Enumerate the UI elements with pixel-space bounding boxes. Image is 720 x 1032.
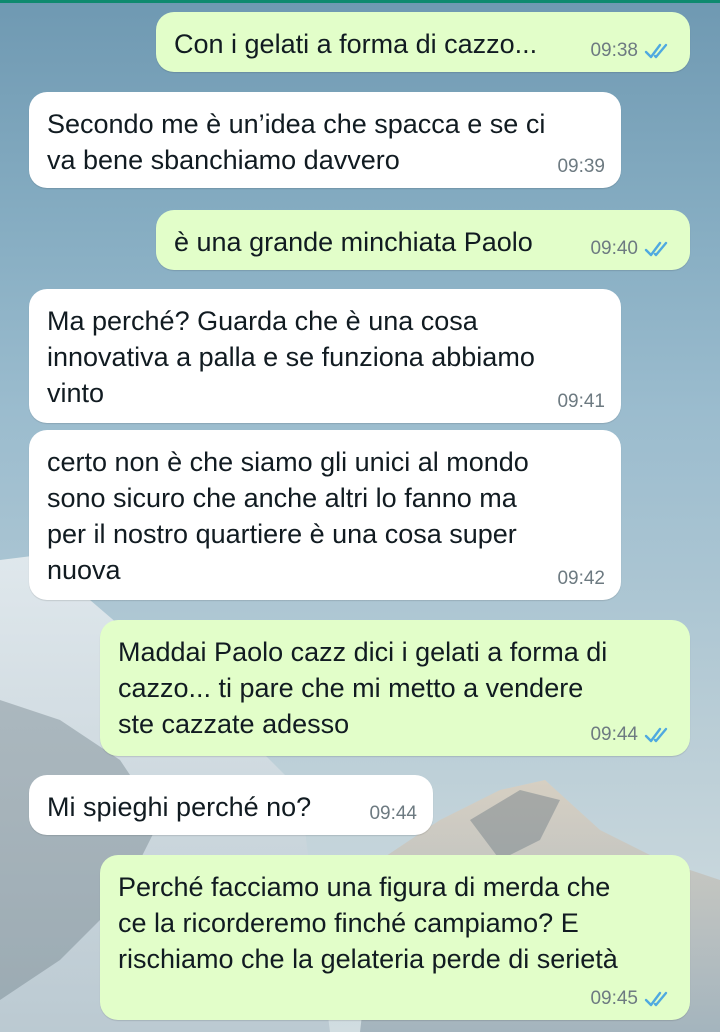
message-text: Secondo me è un’idea che spacca e se ci … bbox=[47, 109, 546, 175]
message-time: 09:42 bbox=[557, 568, 605, 589]
message-time: 09:45 bbox=[590, 988, 638, 1009]
message-text: Mi spieghi perché no? bbox=[47, 792, 312, 822]
message-time: 09:44 bbox=[590, 724, 638, 745]
message-time: 09:41 bbox=[557, 391, 605, 412]
double-check-read-icon bbox=[644, 241, 668, 257]
message-text: Maddai Paolo cazz dici i gelati a forma … bbox=[118, 637, 608, 739]
message-bubble-outgoing[interactable]: Con i gelati a forma di cazzo... 09:38 bbox=[156, 12, 690, 72]
message-time: 09:44 bbox=[369, 803, 417, 824]
message-bubble-incoming[interactable]: Mi spieghi perché no? 09:44 bbox=[29, 775, 433, 835]
message-time: 09:40 bbox=[590, 238, 638, 259]
message-bubble-incoming[interactable]: Secondo me è un’idea che spacca e se ci … bbox=[29, 92, 621, 188]
message-text: certo non è che siamo gli unici al mondo… bbox=[47, 447, 529, 585]
message-time: 09:39 bbox=[557, 156, 605, 177]
message-bubble-incoming[interactable]: certo non è che siamo gli unici al mondo… bbox=[29, 430, 621, 600]
double-check-read-icon bbox=[644, 727, 668, 743]
double-check-read-icon bbox=[644, 991, 668, 1007]
message-bubble-outgoing[interactable]: Maddai Paolo cazz dici i gelati a forma … bbox=[100, 620, 690, 756]
message-bubble-outgoing[interactable]: Perché facciamo una figura di merda che … bbox=[100, 855, 690, 1020]
message-bubble-outgoing[interactable]: è una grande minchiata Paolo 09:40 bbox=[156, 210, 690, 270]
double-check-read-icon bbox=[644, 43, 668, 59]
message-bubble-incoming[interactable]: Ma perché? Guarda che è una cosa innovat… bbox=[29, 289, 621, 423]
message-time: 09:38 bbox=[590, 40, 638, 61]
message-text: Perché facciamo una figura di merda che … bbox=[118, 872, 618, 974]
message-text: Ma perché? Guarda che è una cosa innovat… bbox=[47, 306, 535, 408]
